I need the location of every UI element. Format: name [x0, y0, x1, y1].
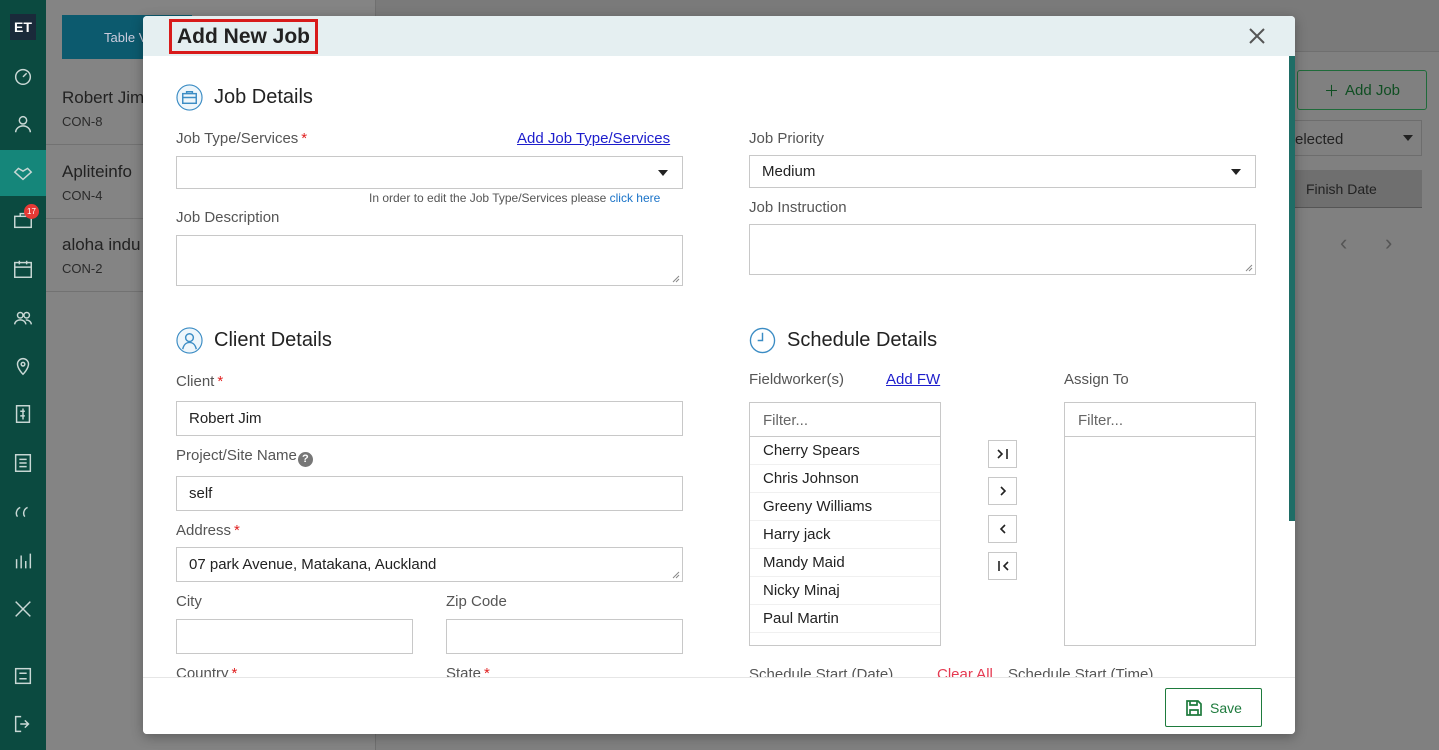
fieldworker-item[interactable]: Greeny Williams	[750, 493, 940, 521]
calendar-icon[interactable]	[0, 249, 46, 289]
fieldworker-item[interactable]: Chris Johnson	[750, 465, 940, 493]
fieldworkers-listbox: Filter... Cherry Spears Chris Johnson Gr…	[749, 402, 941, 646]
schedule-details-heading: Schedule Details	[749, 327, 937, 354]
assign-to-listbox: Filter...	[1064, 402, 1256, 646]
save-icon	[1186, 699, 1202, 716]
clear-all-link[interactable]: Clear All	[937, 666, 993, 677]
close-icon[interactable]	[1245, 24, 1269, 48]
prev-page-icon[interactable]: ‹	[1340, 230, 1347, 256]
address-label: Address *	[176, 522, 240, 539]
move-left-button[interactable]	[988, 515, 1017, 543]
help-icon[interactable]: ?	[297, 452, 313, 467]
fieldworker-item[interactable]: Cherry Spears	[750, 437, 940, 465]
address-field[interactable]: 07 park Avenue, Matakana, Auckland	[176, 547, 683, 582]
job-priority-label: Job Priority	[749, 130, 825, 147]
job-priority-select[interactable]: Medium	[749, 155, 1256, 188]
assign-to-filter-input[interactable]: Filter...	[1065, 403, 1255, 437]
logout-icon[interactable]	[0, 704, 46, 744]
job-type-hint: In order to edit the Job Type/Services p…	[369, 191, 661, 205]
zip-code-label: Zip Code	[446, 593, 507, 610]
add-fw-link[interactable]: Add FW	[886, 371, 940, 388]
finish-date-header[interactable]: Finish Date	[1294, 170, 1422, 208]
list-icon[interactable]	[0, 443, 46, 483]
move-all-left-button[interactable]	[988, 552, 1017, 580]
client-field[interactable]: Robert Jim	[176, 401, 683, 436]
app-logo[interactable]: ET	[10, 14, 36, 40]
briefcase-icon	[176, 84, 203, 111]
city-label: City	[176, 593, 202, 610]
notification-badge: 17	[24, 204, 39, 219]
job-description-field[interactable]	[176, 235, 683, 286]
move-right-button[interactable]	[988, 477, 1017, 505]
add-job-button[interactable]: ＋ Add Job	[1297, 70, 1427, 110]
dashboard-icon[interactable]	[0, 56, 46, 96]
schedule-start-time-label: Schedule Start (Time)	[1008, 666, 1154, 677]
country-label: Country *	[176, 665, 238, 677]
billing-icon[interactable]	[0, 394, 46, 434]
job-type-label: Job Type/Services *	[176, 130, 308, 147]
settings-icon[interactable]	[0, 656, 46, 696]
clock-icon	[749, 327, 776, 354]
chevron-down-icon	[658, 169, 668, 176]
fieldworkers-filter-input[interactable]: Filter...	[750, 403, 940, 437]
fieldworker-item[interactable]: Nicky Minaj	[750, 577, 940, 605]
handshake-icon[interactable]	[0, 150, 46, 196]
job-type-select[interactable]	[176, 156, 683, 189]
add-new-job-modal: Add New Job Job Details Job Type/Service…	[143, 16, 1295, 734]
schedule-start-date-label: Schedule Start (Date)	[749, 666, 894, 677]
job-instruction-label: Job Instruction	[749, 199, 847, 216]
app-sidebar: ET 17	[0, 0, 46, 750]
fieldworkers-label: Fieldworker(s)	[749, 371, 845, 388]
add-user-icon: ＋	[1323, 82, 1339, 100]
city-field[interactable]	[176, 619, 413, 654]
zip-code-field[interactable]	[446, 619, 683, 654]
modal-scrollbar-thumb[interactable]	[1289, 56, 1295, 521]
modal-body: Job Details Job Type/Services * Add Job T…	[143, 56, 1295, 677]
team-icon[interactable]	[0, 298, 46, 338]
next-page-icon[interactable]: ›	[1385, 230, 1392, 256]
briefcase-icon[interactable]: 17	[0, 200, 46, 240]
filter-select[interactable]: elected	[1294, 120, 1422, 156]
location-icon[interactable]	[0, 346, 46, 386]
client-details-heading: Client Details	[176, 327, 332, 354]
fieldworker-item[interactable]: Paul Martin	[750, 605, 940, 633]
chevron-down-icon	[1231, 168, 1241, 175]
job-instruction-field[interactable]	[749, 224, 1256, 275]
assign-to-label: Assign To	[1064, 371, 1129, 388]
add-job-type-link[interactable]: Add Job Type/Services	[517, 130, 670, 147]
client-label: Client *	[176, 373, 224, 390]
save-button[interactable]: Save	[1165, 688, 1262, 727]
project-site-field[interactable]: self	[176, 476, 683, 511]
job-description-label: Job Description	[176, 209, 280, 226]
state-label: State *	[446, 665, 490, 677]
reports-icon[interactable]	[0, 541, 46, 581]
fieldworker-item[interactable]: Harry jack	[750, 521, 940, 549]
fieldworker-item[interactable]: Mandy Maid	[750, 549, 940, 577]
modal-footer: Save	[143, 677, 1295, 734]
job-details-heading: Job Details	[176, 84, 313, 111]
client-icon	[176, 327, 203, 354]
quote-icon[interactable]	[0, 492, 46, 532]
move-all-right-button[interactable]	[988, 440, 1017, 468]
tools-icon[interactable]	[0, 589, 46, 629]
user-icon[interactable]	[0, 104, 46, 144]
click-here-link[interactable]: click here	[610, 191, 661, 205]
modal-header: Add New Job	[143, 16, 1295, 56]
project-site-label: Project/Site Name?	[176, 447, 313, 467]
modal-title: Add New Job	[169, 19, 319, 54]
